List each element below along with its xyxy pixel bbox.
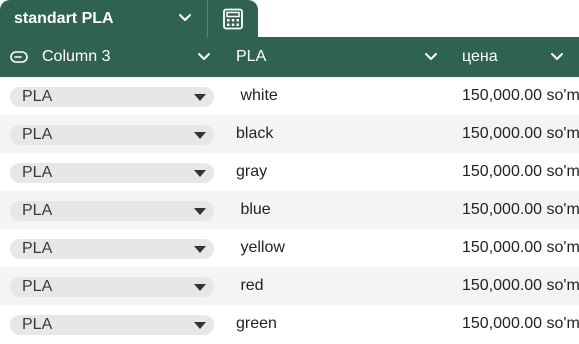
price-cell[interactable]: 150,000.00 so'm (462, 191, 579, 229)
type-select-value: PLA (22, 164, 53, 181)
type-select[interactable]: PLA (10, 315, 214, 335)
caret-down-icon (194, 322, 206, 329)
tab-label: standart PLA (14, 9, 114, 27)
type-select[interactable]: PLA (10, 277, 214, 297)
type-select[interactable]: PLA (10, 163, 214, 183)
table-row: PLA yellow 150,000.00 so'm (0, 229, 579, 267)
type-select-value: PLA (22, 126, 53, 143)
column-header-pla[interactable]: PLA (220, 37, 448, 77)
color-cell[interactable]: red (236, 267, 263, 305)
column-header-label: Column 3 (42, 48, 111, 65)
price-cell[interactable]: 150,000.00 so'm (462, 153, 579, 191)
caret-down-icon (194, 284, 206, 291)
table-header: Column 3 PLA цена (0, 37, 579, 77)
type-select-value: PLA (22, 88, 53, 105)
caret-down-icon (194, 170, 206, 177)
color-cell[interactable]: yellow (236, 229, 284, 267)
price-cell[interactable]: 150,000.00 so'm (462, 229, 579, 267)
chevron-down-icon[interactable] (424, 52, 438, 62)
column-header-label: PLA (236, 48, 267, 65)
table-body: PLA white 150,000.00 so'm PLA black 150,… (0, 77, 579, 344)
type-select[interactable]: PLA (10, 125, 214, 145)
type-select[interactable]: PLA (10, 201, 214, 221)
color-cell[interactable]: gray (236, 153, 267, 191)
price-cell[interactable]: 150,000.00 so'm (462, 77, 579, 115)
calculator-icon (223, 8, 243, 29)
price-cell[interactable]: 150,000.00 so'm (462, 305, 579, 343)
table-row: PLA green 150,000.00 so'm (0, 305, 579, 343)
chevron-down-icon[interactable] (197, 52, 211, 62)
price-cell[interactable]: 150,000.00 so'm (462, 115, 579, 153)
tab-bar: standart PLA (0, 0, 579, 37)
table-row: PLA blue 150,000.00 so'm (0, 191, 579, 229)
type-select[interactable]: PLA (10, 87, 214, 107)
color-cell[interactable]: white (236, 77, 277, 115)
column-header-column-3[interactable]: Column 3 (0, 37, 220, 77)
dropdown-type-icon (10, 51, 28, 63)
type-select[interactable]: PLA (10, 239, 214, 259)
chevron-down-icon[interactable] (178, 13, 192, 23)
price-cell[interactable]: 150,000.00 so'm (462, 267, 579, 305)
caret-down-icon (194, 208, 206, 215)
color-cell[interactable]: green (236, 305, 277, 343)
caret-down-icon (194, 132, 206, 139)
table-row: PLA white 150,000.00 so'm (0, 77, 579, 115)
calculator-tab[interactable] (207, 0, 258, 37)
column-header-price[interactable]: цена (448, 37, 579, 77)
caret-down-icon (194, 94, 206, 101)
tab-standart-pla[interactable]: standart PLA (0, 0, 207, 37)
caret-down-icon (194, 246, 206, 253)
type-select-value: PLA (22, 202, 53, 219)
color-cell[interactable]: blue (236, 191, 270, 229)
table-row: PLA gray 150,000.00 so'm (0, 153, 579, 191)
color-cell[interactable]: black (236, 115, 273, 153)
type-select-value: PLA (22, 278, 53, 295)
chevron-down-icon[interactable] (550, 52, 564, 62)
table-row: PLA black 150,000.00 so'm (0, 115, 579, 153)
type-select-value: PLA (22, 316, 53, 333)
type-select-value: PLA (22, 240, 53, 257)
table-row: PLA red 150,000.00 so'm (0, 267, 579, 305)
column-header-label: цена (462, 48, 498, 65)
